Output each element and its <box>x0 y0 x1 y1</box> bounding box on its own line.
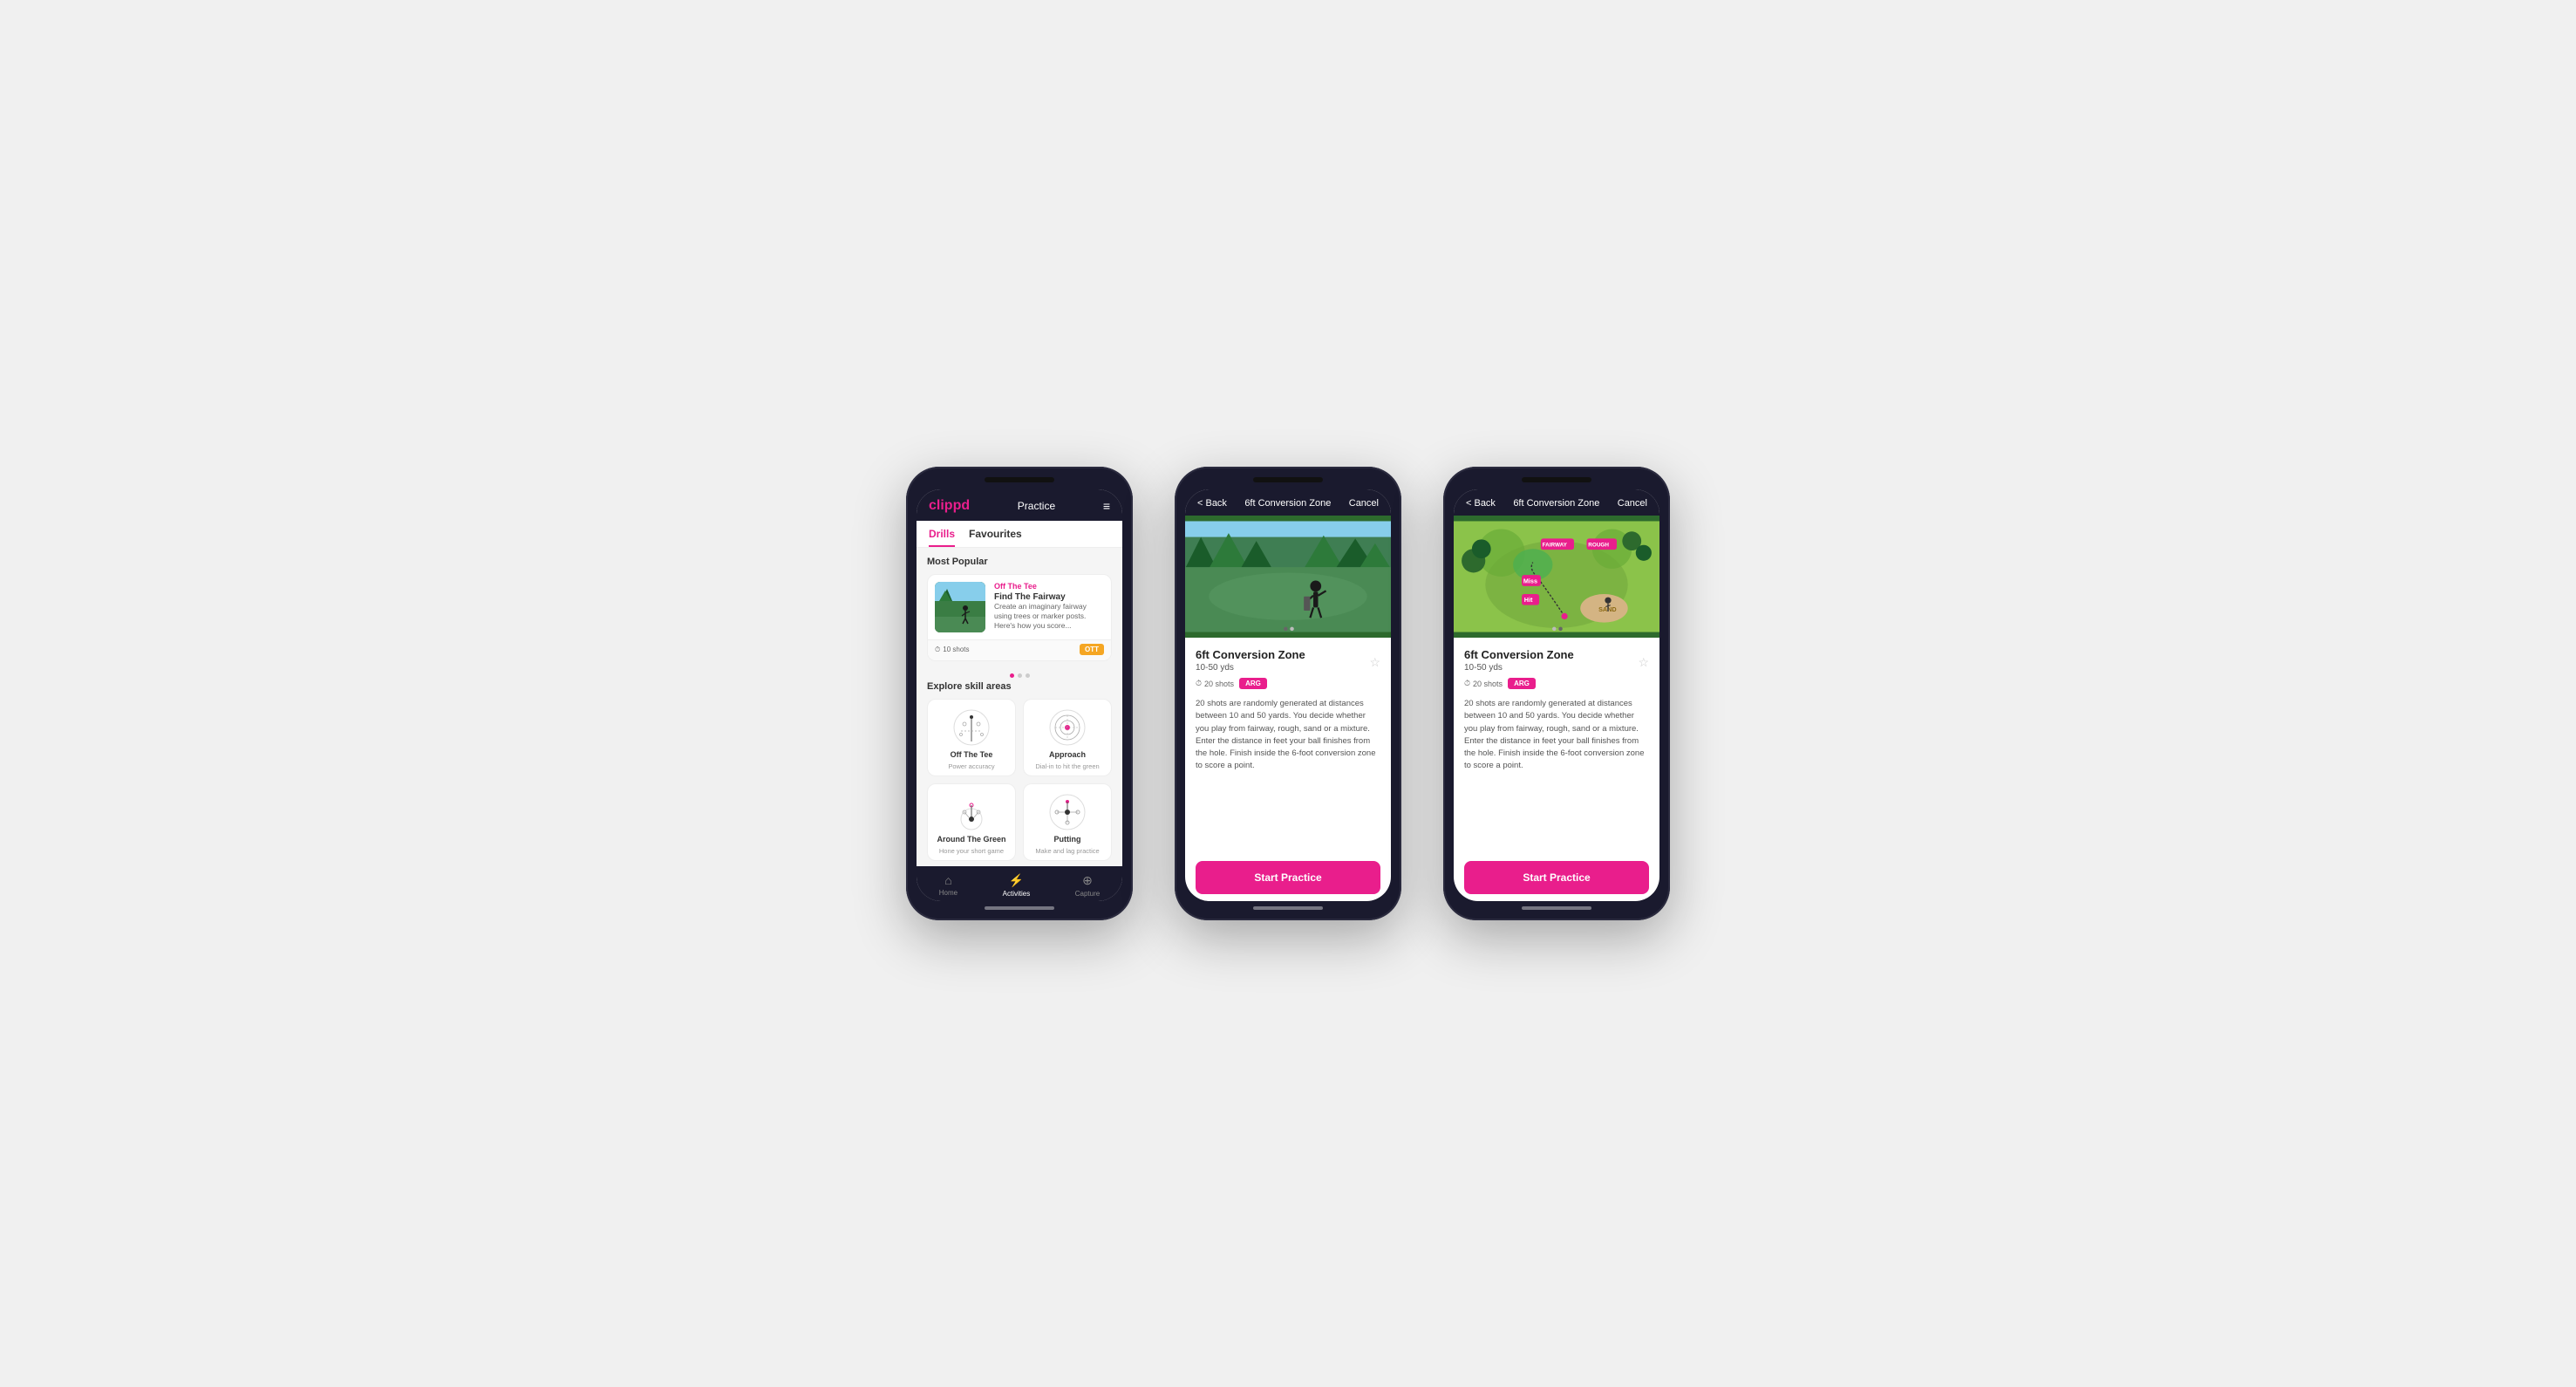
nav-home-label: Home <box>939 889 957 897</box>
p1-dot-3 <box>1026 673 1030 678</box>
phone-3: < Back 6ft Conversion Zone Cancel SAND <box>1443 467 1670 920</box>
p2-clock-icon: ⏱ <box>1196 679 1202 688</box>
p1-skill-approach-name: Approach <box>1049 750 1086 759</box>
p2-range: 10-50 yds <box>1196 663 1380 673</box>
svg-text:ROUGH: ROUGH <box>1588 543 1609 549</box>
p1-skill-ott[interactable]: Off The Tee Power accuracy <box>927 699 1016 776</box>
p3-badge: ARG <box>1508 678 1536 689</box>
p1-skill-atg[interactable]: Around The Green Hone your short game <box>927 783 1016 861</box>
p2-cancel-button[interactable]: Cancel <box>1349 498 1379 509</box>
p1-featured-card[interactable]: Off The Tee Find The Fairway Create an i… <box>927 574 1112 661</box>
p1-skill-grid: Off The Tee Power accuracy <box>927 699 1112 861</box>
clock-icon: ⏱ <box>935 646 940 654</box>
p1-card-subtitle: Off The Tee <box>994 582 1104 591</box>
p1-tab-favourites[interactable]: Favourites <box>969 528 1022 547</box>
p3-drill-title: 6ft Conversion Zone <box>1464 648 1649 661</box>
p1-card-text: Off The Tee Find The Fairway Create an i… <box>994 582 1104 632</box>
phone-notch-2 <box>1253 477 1323 482</box>
phone-2-screen: < Back 6ft Conversion Zone Cancel <box>1185 489 1391 901</box>
nav-capture-label: Capture <box>1075 890 1100 898</box>
nav-home[interactable]: ⌂ Home <box>939 873 957 898</box>
p1-skill-atg-desc: Hone your short game <box>939 847 1004 855</box>
p1-badge: OTT <box>1080 644 1104 655</box>
p2-header-title: 6ft Conversion Zone <box>1244 498 1331 509</box>
phones-container: clippd Practice ≡ Drills Favourites Most… <box>906 467 1670 920</box>
p1-skill-putting-desc: Make and lag practice <box>1035 847 1099 855</box>
p1-carousel-dots <box>927 670 1112 681</box>
p3-clock-icon: ⏱ <box>1464 679 1470 688</box>
p3-range: 10-50 yds <box>1464 663 1649 673</box>
phone-1-home-indicator <box>985 906 1054 910</box>
p2-favourite-icon[interactable]: ☆ <box>1369 655 1380 670</box>
p1-dot-2 <box>1018 673 1022 678</box>
p1-skill-ott-name: Off The Tee <box>951 750 993 759</box>
p1-most-popular-label: Most Popular <box>927 557 1112 567</box>
phone-1-screen: clippd Practice ≡ Drills Favourites Most… <box>917 489 1122 901</box>
p3-content: 6ft Conversion Zone ☆ 10-50 yds ⏱ 20 sho… <box>1454 638 1659 854</box>
p1-tabs: Drills Favourites <box>917 521 1122 548</box>
p1-skill-approach-desc: Dial-in to hit the green <box>1035 762 1099 770</box>
p3-favourite-icon[interactable]: ☆ <box>1638 655 1649 670</box>
p3-cancel-button[interactable]: Cancel <box>1618 498 1647 509</box>
p2-hero-image <box>1185 516 1391 638</box>
p3-start-button[interactable]: Start Practice <box>1464 861 1649 894</box>
p2-content: 6ft Conversion Zone ☆ 10-50 yds ⏱ 20 sho… <box>1185 638 1391 854</box>
p1-skill-atg-name: Around The Green <box>937 835 1005 844</box>
p1-header-title: Practice <box>1018 500 1055 512</box>
phone-notch-1 <box>985 477 1054 482</box>
p1-menu-icon[interactable]: ≡ <box>1103 499 1110 513</box>
p1-card-footer: ⏱ 10 shots OTT <box>928 639 1111 660</box>
p3-meta: ⏱ 20 shots ARG <box>1464 678 1649 689</box>
p2-shots-text: ⏱ 20 shots <box>1196 679 1234 688</box>
p1-card-desc: Create an imaginary fairway using trees … <box>994 602 1104 631</box>
svg-text:FAIRWAY: FAIRWAY <box>1543 543 1568 549</box>
svg-text:Hit: Hit <box>1524 596 1533 604</box>
p3-header-title: 6ft Conversion Zone <box>1513 498 1599 509</box>
p1-content: Most Popular <box>917 548 1122 866</box>
p1-bottom-nav: ⌂ Home ⚡ Activities ⊕ Capture <box>917 866 1122 901</box>
p2-badge: ARG <box>1239 678 1267 689</box>
p2-drill-title: 6ft Conversion Zone <box>1196 648 1380 661</box>
p1-skill-ott-desc: Power accuracy <box>948 762 994 770</box>
svg-text:Miss: Miss <box>1523 577 1537 584</box>
p1-header: clippd Practice ≡ <box>917 489 1122 521</box>
nav-activities[interactable]: ⚡ Activities <box>1003 873 1031 898</box>
phone-3-screen: < Back 6ft Conversion Zone Cancel SAND <box>1454 489 1659 901</box>
p1-card-title: Find The Fairway <box>994 592 1104 602</box>
nav-capture[interactable]: ⊕ Capture <box>1075 873 1100 898</box>
p1-shots: ⏱ 10 shots <box>935 646 970 654</box>
p1-dot-1 <box>1010 673 1014 678</box>
p3-hero-image: SAND Hit Miss <box>1454 516 1659 638</box>
home-icon: ⌂ <box>944 873 951 887</box>
p1-explore-label: Explore skill areas <box>927 681 1112 692</box>
p1-skill-putting[interactable]: Putting Make and lag practice <box>1023 783 1112 861</box>
phone-2-home-indicator <box>1253 906 1323 910</box>
p2-meta: ⏱ 20 shots ARG <box>1196 678 1380 689</box>
p2-back-button[interactable]: < Back <box>1197 498 1227 509</box>
p2-start-button[interactable]: Start Practice <box>1196 861 1380 894</box>
phone-2: < Back 6ft Conversion Zone Cancel <box>1175 467 1401 920</box>
p1-tab-drills[interactable]: Drills <box>929 528 955 547</box>
p3-description: 20 shots are randomly generated at dista… <box>1464 698 1649 773</box>
phone-1: clippd Practice ≡ Drills Favourites Most… <box>906 467 1133 920</box>
p2-description: 20 shots are randomly generated at dista… <box>1196 698 1380 773</box>
p1-card-image <box>935 582 985 632</box>
phone-notch-3 <box>1522 477 1591 482</box>
activities-icon: ⚡ <box>1009 873 1024 888</box>
p3-header: < Back 6ft Conversion Zone Cancel <box>1454 489 1659 516</box>
p1-skill-approach[interactable]: Approach Dial-in to hit the green <box>1023 699 1112 776</box>
p3-back-button[interactable]: < Back <box>1466 498 1496 509</box>
p3-shots-text: ⏱ 20 shots <box>1464 679 1503 688</box>
p1-skill-putting-name: Putting <box>1054 835 1081 844</box>
p2-header: < Back 6ft Conversion Zone Cancel <box>1185 489 1391 516</box>
nav-activities-label: Activities <box>1003 890 1031 898</box>
capture-icon: ⊕ <box>1082 873 1093 888</box>
phone-3-home-indicator <box>1522 906 1591 910</box>
p1-logo: clippd <box>929 498 970 514</box>
